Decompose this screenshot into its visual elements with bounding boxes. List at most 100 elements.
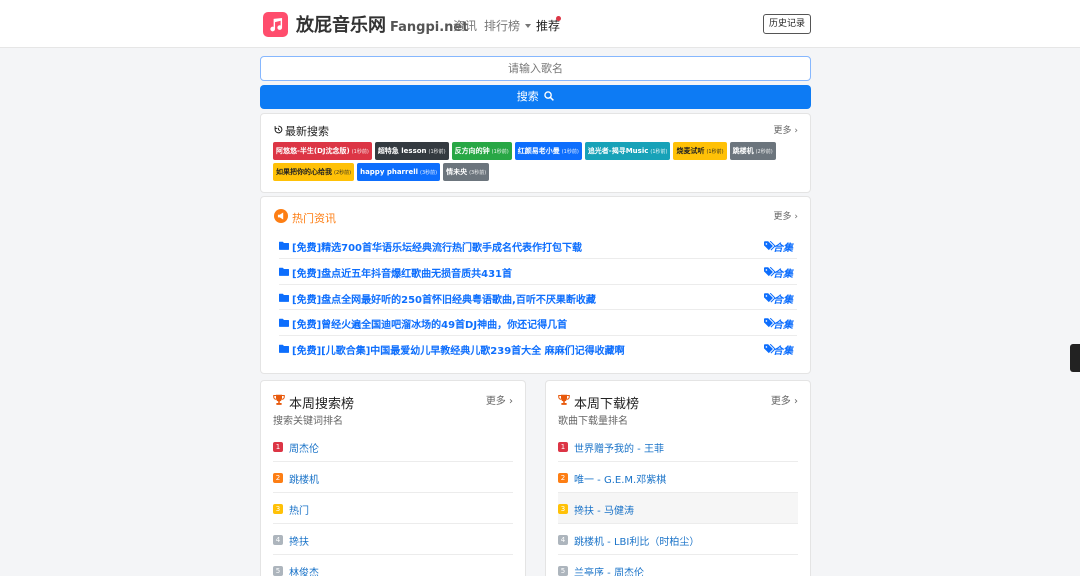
rank-item[interactable]: 1 世界赠予我的 - 王菲	[558, 431, 798, 462]
rank-item[interactable]: 3 热门	[273, 493, 513, 524]
news-tag: 合集	[773, 294, 793, 306]
search-tag-time: (1秒前)	[351, 149, 369, 155]
rank-number: 3	[558, 504, 568, 514]
rank-item[interactable]: 4 搀扶	[273, 524, 513, 555]
rank-item[interactable]: 2 跳楼机	[273, 462, 513, 493]
search-tag[interactable]: 情未央 (3秒前)	[443, 163, 490, 181]
weekly-search-title: 本周搜索榜	[289, 397, 355, 412]
news-item[interactable]: [免费]精选700首华语乐坛经典流行热门歌手成名代表作打包下载 合集	[279, 233, 797, 259]
folder-icon	[279, 344, 289, 354]
search-tag[interactable]: 反方向的钟 (1秒前)	[451, 142, 512, 160]
news-title: [免费]盘点近五年抖音爆红歌曲无损音质共431首	[292, 268, 513, 280]
nav-news[interactable]: 资讯	[453, 17, 477, 34]
recent-search-more[interactable]: 更多 ›	[774, 123, 798, 136]
news-title: [免费]盘点全网最好听的250首怀旧经典粤语歌曲,百听不厌果断收藏	[292, 294, 596, 306]
search-tag-time: (1秒前)	[428, 149, 446, 155]
hot-news-more[interactable]: 更多 ›	[774, 209, 798, 222]
rank-number: 4	[558, 535, 568, 545]
trophy-icon	[558, 394, 570, 405]
rank-item[interactable]: 5 林俊杰	[273, 555, 513, 576]
top-navbar: 放屁音乐网 Fangpi.net 资讯 排行榜 推荐 历史记录	[0, 0, 1080, 48]
rank-number: 5	[273, 566, 283, 576]
search-tag[interactable]: 超特急 lesson (1秒前)	[374, 142, 449, 160]
search-tag-text: 超特急 lesson	[377, 147, 427, 155]
weekly-download-more[interactable]: 更多 ›	[771, 392, 798, 407]
rank-number: 1	[273, 442, 283, 452]
history-button[interactable]: 历史记录	[762, 14, 811, 34]
news-title: [免费]精选700首华语乐坛经典流行热门歌手成名代表作打包下载	[292, 243, 583, 254]
rank-item[interactable]: 1 周杰伦	[273, 431, 513, 462]
rank-number: 4	[273, 535, 283, 545]
weekly-search-list: 1 周杰伦 2 跳楼机 3 热门 4 搀扶 5 林俊杰	[273, 431, 513, 576]
news-item[interactable]: [免费]盘点全网最好听的250首怀旧经典粤语歌曲,百听不厌果断收藏 合集	[279, 285, 797, 311]
search-tag[interactable]: 烧麦试听 (1秒前)	[673, 142, 727, 160]
history-icon	[274, 125, 283, 134]
search-tag-text: 反方向的钟	[454, 147, 490, 155]
rank-name: 林俊杰	[289, 568, 319, 576]
search-tag-text: happy pharrell	[360, 168, 418, 176]
hot-news-card: 热门资讯 更多 › [免费]精选700首华语乐坛经典流行热门歌手成名代表作打包下…	[260, 196, 811, 374]
rank-name: 世界赠予我的 - 王菲	[574, 444, 664, 455]
rank-item[interactable]: 2 唯一 - G.E.M.邓紫棋	[558, 462, 798, 493]
weekly-search-subtitle: 搜索关键词排名	[273, 416, 343, 427]
search-tag[interactable]: 红颜易老小曼 (1秒前)	[514, 142, 582, 160]
search-tag-time: (2秒前)	[334, 170, 352, 176]
weekly-download-subtitle: 歌曲下载量排名	[558, 416, 628, 427]
rank-name: 热门	[289, 506, 309, 517]
search-tag[interactable]: 跳楼机 (2秒前)	[729, 142, 776, 160]
weekly-search-more[interactable]: 更多 ›	[486, 392, 513, 407]
nav-ranking-label: 排行榜	[484, 19, 521, 33]
rank-item[interactable]: 3 搀扶 - 马健涛	[558, 493, 798, 524]
weekly-search-card: 本周搜索榜 搜索关键词排名 更多 › 1 周杰伦 2 跳楼机 3 热门 4 搀扶 5 林俊杰	[260, 380, 526, 576]
search-tag[interactable]: 追光者-揭寻Music (1秒前)	[584, 142, 671, 160]
search-input[interactable]: 请输入歌名	[260, 56, 811, 81]
rank-number: 2	[273, 473, 283, 483]
rank-name: 唯一 - G.E.M.邓紫棋	[574, 475, 667, 486]
search-tag-text: 如果把你的心给我	[276, 168, 332, 176]
search-tag-time: (3秒前)	[420, 170, 438, 176]
folder-icon	[279, 267, 289, 276]
side-float-tab[interactable]	[1070, 344, 1080, 372]
rank-item[interactable]: 4 跳楼机 - LBI利比（时柏尘）	[558, 524, 798, 555]
news-item[interactable]: [免费]盘点近五年抖音爆红歌曲无损音质共431首 合集	[279, 259, 797, 285]
rank-item[interactable]: 5 兰亭序 - 周杰伦	[558, 555, 798, 576]
search-tag[interactable]: happy pharrell (3秒前)	[357, 163, 441, 181]
recent-search-card: 最新搜索 更多 › 阿悠悠-半生(DJ沈念版) (1秒前) 超特急 lesson (1…	[260, 113, 811, 193]
navbar-container: 放屁音乐网 Fangpi.net 资讯 排行榜 推荐 历史记录	[263, 0, 811, 48]
nav-ranking[interactable]: 排行榜	[484, 17, 532, 34]
news-tag: 合集	[773, 346, 793, 358]
news-title: [免费]曾经火遍全国迪吧溜冰场的49首DJ神曲，你还记得几首	[292, 320, 568, 332]
search-button-label: 搜索	[516, 90, 539, 103]
search-tag-time: (1秒前)	[561, 149, 579, 155]
weekly-download-card: 本周下载榜 歌曲下载量排名 更多 › 1 世界赠予我的 - 王菲 2 唯一 - G.E…	[545, 380, 811, 576]
search-tag[interactable]: 阿悠悠-半生(DJ沈念版) (1秒前)	[273, 142, 372, 160]
rank-name: 兰亭序 - 周杰伦	[574, 568, 644, 576]
rank-name: 搀扶 - 马健涛	[574, 506, 634, 517]
music-note-icon[interactable]	[263, 12, 288, 37]
search-tag-time: (3秒前)	[469, 170, 487, 176]
megaphone-icon	[274, 209, 288, 223]
search-tag-text: 红颜易老小曼	[517, 147, 560, 155]
news-item[interactable]: [免费]曾经火遍全国迪吧溜冰场的49首DJ神曲，你还记得几首 合集	[279, 310, 797, 337]
search-tag-time: (1秒前)	[706, 149, 724, 155]
search-button[interactable]: 搜索	[260, 85, 811, 109]
folder-icon	[279, 293, 289, 302]
search-tag-time: (1秒前)	[650, 149, 668, 155]
news-title: [免费][儿歌合集]中国最爱幼儿早教经典儿歌239首大全 麻麻们记得收藏啊	[292, 346, 625, 358]
news-item[interactable]: [免费][儿歌合集]中国最爱幼儿早教经典儿歌239首大全 麻麻们记得收藏啊 合集	[279, 336, 797, 362]
brand-name: 放屁音乐网	[296, 15, 386, 36]
search-tag-time: (2秒前)	[755, 149, 773, 155]
news-tag: 合集	[773, 320, 793, 332]
weekly-download-title: 本周下载榜	[574, 397, 640, 412]
search-tag[interactable]: 如果把你的心给我 (2秒前)	[273, 163, 355, 181]
site-brand[interactable]: 放屁音乐网 Fangpi.net	[296, 11, 468, 37]
search-tag-time: (1秒前)	[491, 149, 509, 155]
rank-name: 跳楼机	[289, 475, 319, 486]
rank-number: 3	[273, 504, 283, 514]
folder-icon	[279, 319, 289, 328]
rank-name: 搀扶	[289, 537, 309, 548]
rank-name: 跳楼机 - LBI利比（时柏尘）	[574, 537, 700, 548]
news-tag: 合集	[773, 268, 793, 280]
search-tag-text: 跳楼机	[732, 147, 754, 155]
rank-name: 周杰伦	[289, 444, 319, 455]
